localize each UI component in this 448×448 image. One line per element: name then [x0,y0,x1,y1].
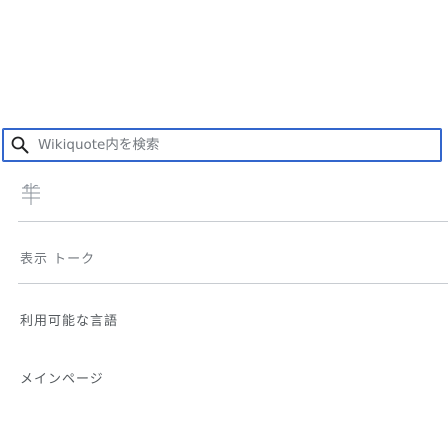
logo-divider [18,221,448,222]
search-input[interactable] [38,129,441,161]
mobile-menu-page: 表示 トーク 利用可能な言語 メインページ [0,0,448,448]
view-talk-tabs[interactable]: 表示 トーク [20,248,95,267]
tabs-divider [18,283,448,284]
search-icon [11,136,29,154]
main-page-link[interactable]: メインページ [20,368,104,387]
wikiquote-logo-icon[interactable] [20,182,42,206]
search-bar[interactable] [2,128,442,162]
available-languages-link[interactable]: 利用可能な言語 [20,310,118,329]
